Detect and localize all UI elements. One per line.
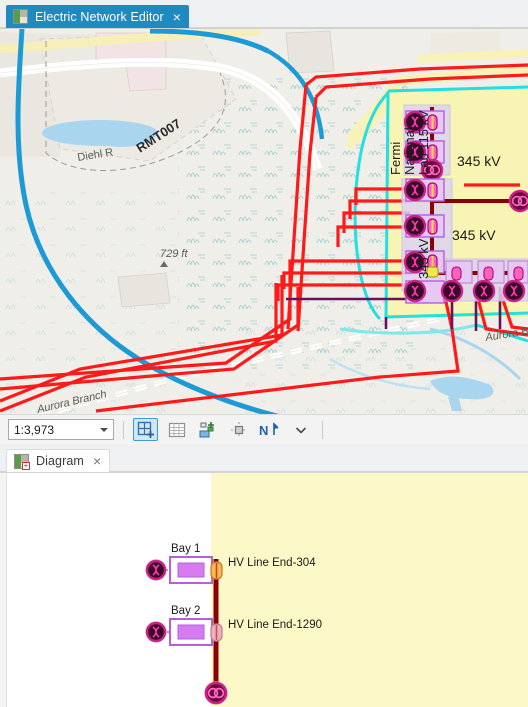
tab-electric-network-editor[interactable]: Electric Network Editor × (6, 5, 189, 28)
north-arrow-icon: N (259, 421, 279, 438)
tab-diagram[interactable]: + Diagram × (6, 449, 111, 472)
diagram-add-icon (199, 421, 214, 437)
label-elevation: 729 ft (160, 248, 188, 260)
label-substation-line2: National (402, 127, 417, 175)
trace-icon (230, 421, 247, 438)
diagram-bay1-label: Bay 1 (171, 543, 200, 555)
diagram-left-gutter (0, 473, 7, 707)
map-bottom-toolbar: 1:3,973 N (0, 414, 528, 444)
close-icon[interactable]: × (93, 454, 101, 468)
north-arrow-button[interactable]: N (257, 418, 282, 441)
create-features-button[interactable] (133, 418, 158, 441)
diagram-bay2-endpoint: HV Line End-1290 (228, 619, 322, 631)
diagram-bay1-endpoint: HV Line End-304 (228, 557, 316, 569)
electric-network-editor-window: Electric Network Editor × Diehl R RMT007… (0, 0, 528, 707)
trace-button[interactable] (226, 418, 251, 441)
close-icon[interactable]: × (173, 10, 181, 24)
more-options-button[interactable] (288, 418, 313, 441)
diagram-terminal-node (204, 681, 228, 705)
toolbar-separator (123, 420, 124, 439)
label-bus-345kv-vertical: 345 kV (416, 238, 431, 279)
map-tab-icon (13, 9, 28, 24)
toolbar-separator-end (322, 420, 323, 439)
diagram-canvas[interactable]: Bay 1 HV Line End-304 Bay 2 HV Line End-… (0, 472, 528, 707)
grid-plus-icon (137, 421, 154, 438)
chevron-down-icon (295, 426, 306, 434)
svg-text:N: N (259, 423, 268, 438)
diagram-tab-icon: + (14, 453, 30, 470)
label-substation-line3: Lab 115 kV (416, 110, 431, 175)
tab-label-diagram: Diagram (36, 454, 84, 468)
map-canvas[interactable]: Diehl R RMT007 729 ft Aurora Branch Auro… (0, 28, 528, 414)
chevron-down-icon[interactable] (100, 427, 108, 432)
map-scale-combo[interactable]: 1:3,973 (8, 419, 114, 440)
table-icon (168, 422, 185, 437)
add-to-diagram-button[interactable] (195, 418, 220, 441)
attribute-table-button[interactable] (164, 418, 189, 441)
diagram-bay2-label: Bay 2 (171, 605, 200, 617)
plus-badge-icon: + (22, 460, 30, 470)
label-substation-line1: Fermi (388, 142, 403, 175)
label-line-345kv-lower: 345 kV (452, 227, 496, 243)
map-tab-strip: Electric Network Editor × (0, 0, 528, 28)
label-line-345kv-upper: 345 kV (457, 153, 501, 169)
diagram-tab-strip: + Diagram × (0, 444, 528, 472)
map-scale-value: 1:3,973 (14, 422, 55, 437)
diagram-container-zone (211, 473, 528, 707)
tab-label-map: Electric Network Editor (35, 9, 164, 24)
